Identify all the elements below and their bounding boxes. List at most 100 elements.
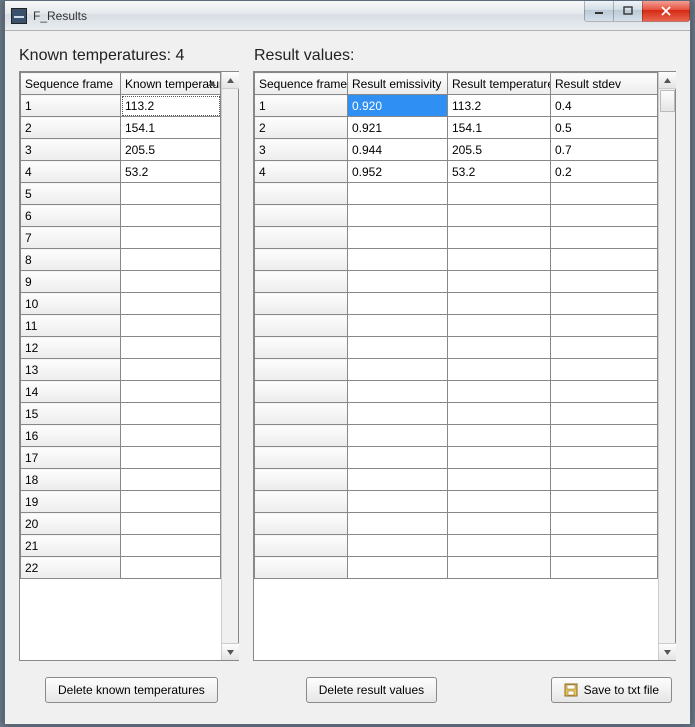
- table-row[interactable]: [255, 315, 658, 337]
- cell-temp[interactable]: [121, 425, 221, 447]
- cell[interactable]: [448, 447, 551, 469]
- cell-seq[interactable]: 11: [21, 315, 121, 337]
- table-row[interactable]: 453.2: [21, 161, 221, 183]
- results-grid[interactable]: Sequence frameResult emissivityResult te…: [254, 72, 658, 660]
- cell[interactable]: [448, 469, 551, 491]
- cell[interactable]: [255, 469, 348, 491]
- titlebar[interactable]: F_Results: [5, 1, 690, 31]
- cell-seq[interactable]: 8: [21, 249, 121, 271]
- cell[interactable]: 0.5: [551, 117, 658, 139]
- cell-temp[interactable]: 205.5: [121, 139, 221, 161]
- delete-results-button[interactable]: Delete result values: [306, 677, 437, 703]
- cell-temp[interactable]: [121, 535, 221, 557]
- cell-temp[interactable]: [121, 205, 221, 227]
- cell[interactable]: [348, 315, 448, 337]
- cell-seq[interactable]: 20: [21, 513, 121, 535]
- column-header[interactable]: Sequence frame: [21, 73, 121, 95]
- cell[interactable]: [255, 403, 348, 425]
- known-scrollbar[interactable]: [221, 72, 238, 660]
- scroll-down-icon[interactable]: [659, 643, 676, 660]
- cell-seq[interactable]: 14: [21, 381, 121, 403]
- table-row[interactable]: [255, 381, 658, 403]
- table-row[interactable]: 30.944205.50.7: [255, 139, 658, 161]
- table-row[interactable]: [255, 535, 658, 557]
- table-row[interactable]: [255, 557, 658, 579]
- table-row[interactable]: [255, 447, 658, 469]
- cell[interactable]: [551, 469, 658, 491]
- cell[interactable]: [551, 271, 658, 293]
- cell-seq[interactable]: 4: [21, 161, 121, 183]
- scroll-thumb[interactable]: [660, 90, 675, 112]
- cell-seq[interactable]: 6: [21, 205, 121, 227]
- cell-temp[interactable]: 113.2: [121, 95, 221, 117]
- cell[interactable]: [448, 557, 551, 579]
- table-row[interactable]: [255, 227, 658, 249]
- table-row[interactable]: [255, 425, 658, 447]
- cell[interactable]: [448, 293, 551, 315]
- cell[interactable]: 53.2: [448, 161, 551, 183]
- cell[interactable]: [448, 513, 551, 535]
- table-row[interactable]: 22: [21, 557, 221, 579]
- cell-temp[interactable]: [121, 271, 221, 293]
- cell[interactable]: [448, 337, 551, 359]
- table-row[interactable]: 7: [21, 227, 221, 249]
- table-row[interactable]: 14: [21, 381, 221, 403]
- cell[interactable]: [348, 337, 448, 359]
- cell[interactable]: [448, 491, 551, 513]
- cell[interactable]: [348, 535, 448, 557]
- close-button[interactable]: [642, 1, 690, 22]
- cell[interactable]: [551, 447, 658, 469]
- cell[interactable]: [348, 491, 448, 513]
- cell[interactable]: 154.1: [448, 117, 551, 139]
- table-row[interactable]: 11: [21, 315, 221, 337]
- minimize-button[interactable]: [584, 1, 614, 22]
- cell-temp[interactable]: [121, 249, 221, 271]
- cell[interactable]: [255, 359, 348, 381]
- cell-seq[interactable]: 7: [21, 227, 121, 249]
- cell-seq[interactable]: 9: [21, 271, 121, 293]
- cell-seq[interactable]: 17: [21, 447, 121, 469]
- cell-temp[interactable]: 53.2: [121, 161, 221, 183]
- cell[interactable]: [551, 183, 658, 205]
- cell[interactable]: [255, 227, 348, 249]
- cell[interactable]: 4: [255, 161, 348, 183]
- cell-temp[interactable]: [121, 403, 221, 425]
- scroll-down-icon[interactable]: [222, 643, 239, 660]
- cell-temp[interactable]: [121, 315, 221, 337]
- cell[interactable]: [551, 381, 658, 403]
- results-scrollbar[interactable]: [658, 72, 675, 660]
- table-row[interactable]: [255, 469, 658, 491]
- cell[interactable]: [255, 447, 348, 469]
- cell[interactable]: [551, 491, 658, 513]
- cell[interactable]: [551, 425, 658, 447]
- cell[interactable]: [348, 359, 448, 381]
- cell[interactable]: [448, 359, 551, 381]
- cell-seq[interactable]: 16: [21, 425, 121, 447]
- cell[interactable]: [348, 447, 448, 469]
- table-row[interactable]: [255, 183, 658, 205]
- cell[interactable]: [448, 183, 551, 205]
- cell-seq[interactable]: 15: [21, 403, 121, 425]
- table-row[interactable]: 19: [21, 491, 221, 513]
- cell[interactable]: [551, 205, 658, 227]
- cell-temp[interactable]: [121, 337, 221, 359]
- table-row[interactable]: [255, 337, 658, 359]
- cell[interactable]: [448, 535, 551, 557]
- cell[interactable]: 0.920: [348, 95, 448, 117]
- cell-seq[interactable]: 21: [21, 535, 121, 557]
- cell[interactable]: [348, 205, 448, 227]
- cell-temp[interactable]: [121, 447, 221, 469]
- table-row[interactable]: [255, 271, 658, 293]
- cell[interactable]: [255, 293, 348, 315]
- table-row[interactable]: 20: [21, 513, 221, 535]
- table-row[interactable]: 15: [21, 403, 221, 425]
- scroll-up-icon[interactable]: [659, 72, 676, 89]
- cell-temp[interactable]: [121, 293, 221, 315]
- cell[interactable]: 0.4: [551, 95, 658, 117]
- cell-seq[interactable]: 18: [21, 469, 121, 491]
- cell[interactable]: 0.944: [348, 139, 448, 161]
- cell[interactable]: [348, 249, 448, 271]
- cell[interactable]: [255, 183, 348, 205]
- cell[interactable]: [448, 425, 551, 447]
- cell[interactable]: [551, 315, 658, 337]
